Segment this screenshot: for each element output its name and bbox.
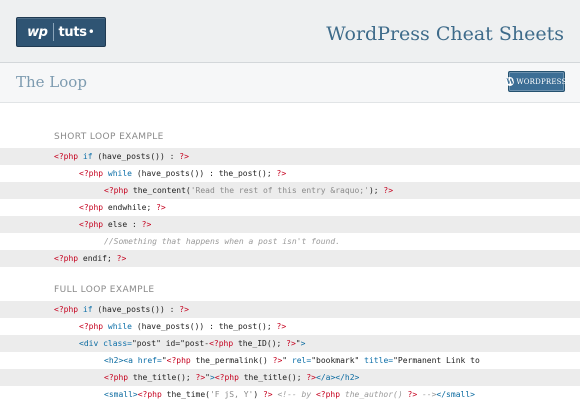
code-token-plain: id=: [160, 339, 181, 348]
code-line: <?php else : ?>: [0, 216, 580, 233]
code-line: <?php if (have_posts()) : ?>: [0, 301, 580, 318]
code-token-comment: <!-- by: [272, 390, 316, 399]
code-line: <?php the_content('Read the rest of this…: [0, 182, 580, 199]
code-token-php: ?>: [195, 373, 206, 382]
code-line: //Something that happens when a post isn…: [0, 233, 580, 250]
code-token-plain: the_permalink(): [190, 356, 273, 365]
wordpress-badge[interactable]: W WORDPRESS: [506, 71, 567, 92]
code-token-php: <?php: [104, 373, 129, 382]
code-token-plain: the_title();: [238, 373, 307, 382]
code-line: <?php while (have_posts()) : the_post();…: [0, 165, 580, 182]
code-token-tag: </small>: [436, 390, 475, 399]
code-token-plain: (have_posts()) : the_post();: [132, 322, 277, 331]
code-token-kw: if: [78, 152, 93, 161]
code-token-php: <?php: [137, 390, 162, 399]
code-line: <?php if (have_posts()) : ?>: [0, 148, 580, 165]
code-token-attrval: "Permanent Link to: [393, 356, 480, 365]
code-token-kw: class=: [98, 339, 132, 348]
code-token-plain: the_time(: [161, 390, 210, 399]
code-token-plain: endwhile;: [103, 203, 157, 212]
code-token-php: ?>: [272, 356, 283, 365]
logo-tuts-text: tuts: [58, 24, 88, 40]
code-token-php: ?>: [286, 339, 296, 348]
code-token-tag: <small>: [104, 390, 138, 399]
code-token-php: <?php: [214, 373, 239, 382]
code-token-str: 'Read the rest of this entry &raquo;': [190, 186, 369, 195]
code-line: <?php the_title(); ?>"><?php the_title()…: [0, 369, 580, 386]
code-token-plain: the_ID();: [233, 339, 287, 348]
code-line: <small><?php the_time('F jS, Y') ?> <!--…: [0, 386, 580, 403]
code-token-plain: (have_posts()) :: [92, 152, 180, 161]
code-token-str: 'F jS, Y': [209, 390, 254, 399]
code-token-php: ?>: [179, 152, 189, 161]
code-token-php: <?php: [209, 339, 234, 348]
code-token-php: <?php: [54, 152, 79, 161]
code-token-kw: href=: [132, 356, 162, 365]
code-token-comment: -->: [417, 390, 437, 399]
code-token-plain: );: [368, 186, 384, 195]
code-token-kw: rel=: [287, 356, 312, 365]
code-token-kw: if: [78, 305, 93, 314]
code-line: <?php endif; ?>: [0, 250, 580, 267]
short-loop-code-block: <?php if (have_posts()) : ?> <?php while …: [0, 148, 580, 267]
code-line: <h2><a href="<?php the_permalink() ?>" r…: [0, 352, 580, 369]
section-title: The Loop: [16, 73, 87, 91]
logo-divider: [52, 23, 54, 41]
section-bar: The Loop W WORDPRESS: [0, 63, 580, 103]
code-token-attrval: "post": [131, 339, 161, 348]
code-line: <?php while (have_posts()) : the_post();…: [0, 318, 580, 335]
code-token-plain: endif;: [78, 254, 117, 263]
logo-dot: •: [87, 25, 95, 39]
code-token-php: ?>: [407, 390, 418, 399]
site-title: WordPress Cheat Sheets: [326, 23, 564, 45]
code-token-tag: <h2><a: [104, 356, 133, 365]
code-token-php: <?php: [104, 186, 129, 195]
code-token-php: ?>: [276, 322, 287, 331]
code-token-php: ?>: [262, 390, 273, 399]
site-header: wp tuts • WordPress Cheat Sheets: [0, 0, 580, 63]
code-token-php: ?>: [156, 203, 166, 212]
code-token-php: <?php: [79, 169, 104, 178]
code-token-attrval: "post-: [180, 339, 210, 348]
code-token-php: <?php: [166, 356, 191, 365]
full-loop-code-block: <?php if (have_posts()) : ?> <?php while …: [0, 301, 580, 403]
code-token-plain: (have_posts()) : the_post();: [132, 169, 277, 178]
code-token-tag: </a></h2>: [316, 373, 360, 382]
code-token-php: <?php: [54, 254, 79, 263]
code-token-php: ?>: [276, 169, 287, 178]
code-token-tag: >: [300, 339, 306, 348]
wptuts-logo[interactable]: wp tuts •: [16, 17, 106, 47]
code-token-kw: while: [103, 169, 132, 178]
code-token-plain: the_content(: [128, 186, 191, 195]
code-token-plain: else :: [103, 220, 142, 229]
code-token-php: ?>: [383, 186, 394, 195]
wordpress-badge-label: WORDPRESS: [516, 77, 567, 86]
code-token-php: <?php: [79, 203, 104, 212]
code-token-php: <?php: [79, 220, 104, 229]
code-line: <div class="post" id="post-<?php the_ID(…: [0, 335, 580, 352]
code-token-php: ?>: [179, 305, 189, 314]
code-token-plain: the_title();: [128, 373, 196, 382]
code-line: <?php endwhile; ?>: [0, 199, 580, 216]
code-token-php: <?php: [315, 390, 341, 399]
code-token-kw: title=: [359, 356, 394, 365]
code-token-comment: //Something that happens when a post isn…: [104, 237, 341, 246]
code-token-tag: <div: [79, 339, 99, 348]
full-example-heading: FULL LOOP EXAMPLE: [54, 285, 155, 295]
code-token-php: <?php: [79, 322, 104, 331]
code-token-attrval: "bookmark": [311, 356, 360, 365]
code-token-php: ?>: [306, 373, 316, 382]
wordpress-icon: W: [506, 77, 515, 86]
code-token-php: <?php: [54, 305, 79, 314]
code-token-kw: while: [103, 322, 132, 331]
code-token-comment: the_author(): [340, 390, 408, 399]
code-token-php: ?>: [141, 220, 152, 229]
code-token-php: ?>: [116, 254, 127, 263]
code-token-plain: ): [253, 390, 263, 399]
logo-wp-text: wp: [27, 24, 48, 40]
code-token-plain: (have_posts()) :: [92, 305, 180, 314]
short-example-heading: SHORT LOOP EXAMPLE: [54, 132, 164, 142]
